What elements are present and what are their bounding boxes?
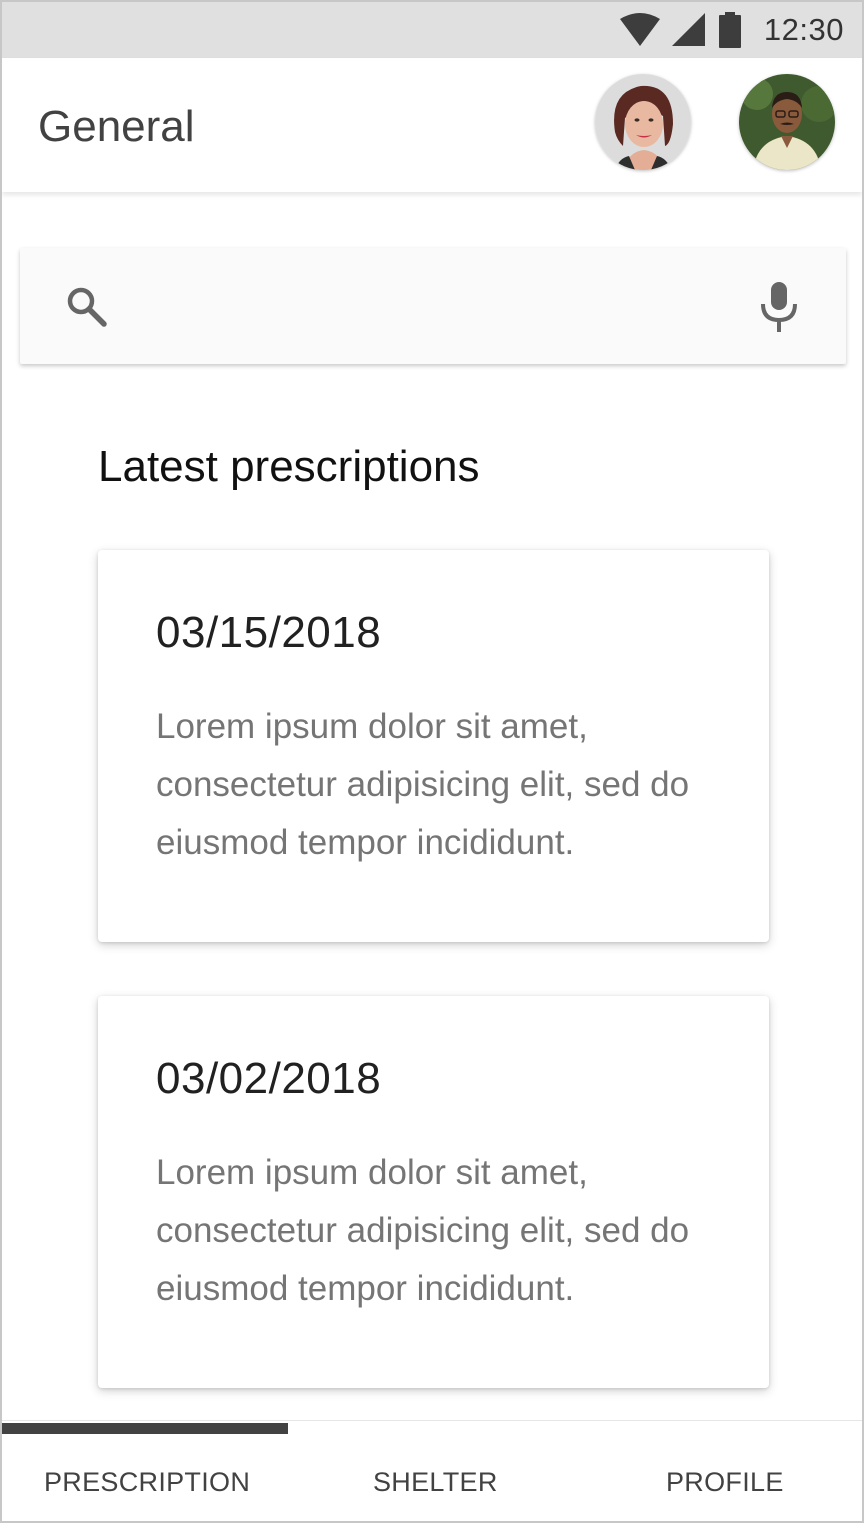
battery-icon xyxy=(718,12,741,48)
prescription-date: 03/02/2018 xyxy=(156,1054,382,1103)
avatar-woman-image xyxy=(595,74,691,170)
app-bar: General xyxy=(2,58,862,192)
tab-shelter[interactable]: SHELTER xyxy=(373,1467,498,1498)
prescription-date: 03/15/2018 xyxy=(156,608,382,657)
search-input[interactable] xyxy=(140,278,734,336)
tab-profile[interactable]: PROFILE xyxy=(666,1467,784,1498)
page-title: General xyxy=(38,102,195,151)
cellular-signal-icon xyxy=(671,13,705,46)
wifi-icon xyxy=(619,13,660,46)
microphone-icon[interactable] xyxy=(758,278,800,334)
phone-screen: 12:30 General Latest prescriptions 03/15… xyxy=(0,0,864,1523)
prescription-description: Lorem ipsum dolor sit amet, consectetur … xyxy=(156,707,690,862)
status-time: 12:30 xyxy=(763,12,844,47)
section-title: Latest prescriptions xyxy=(98,442,480,491)
status-bar: 12:30 xyxy=(2,2,862,58)
avatar-woman[interactable] xyxy=(595,74,691,170)
status-icons: 12:30 xyxy=(619,10,844,50)
prescription-card[interactable]: 03/15/2018 Lorem ipsum dolor sit amet, c… xyxy=(98,550,769,942)
search-bar xyxy=(20,248,846,364)
prescription-card[interactable]: 03/02/2018 Lorem ipsum dolor sit amet, c… xyxy=(98,996,769,1388)
bottom-navigation: PRESCRIPTION SHELTER PROFILE xyxy=(2,1420,862,1521)
tab-prescription[interactable]: PRESCRIPTION xyxy=(44,1467,250,1498)
search-icon[interactable] xyxy=(62,282,110,330)
avatar-man-image xyxy=(739,74,835,170)
active-tab-indicator xyxy=(2,1423,288,1434)
avatar-man[interactable] xyxy=(739,74,835,170)
prescription-description: Lorem ipsum dolor sit amet, consectetur … xyxy=(156,1153,690,1308)
